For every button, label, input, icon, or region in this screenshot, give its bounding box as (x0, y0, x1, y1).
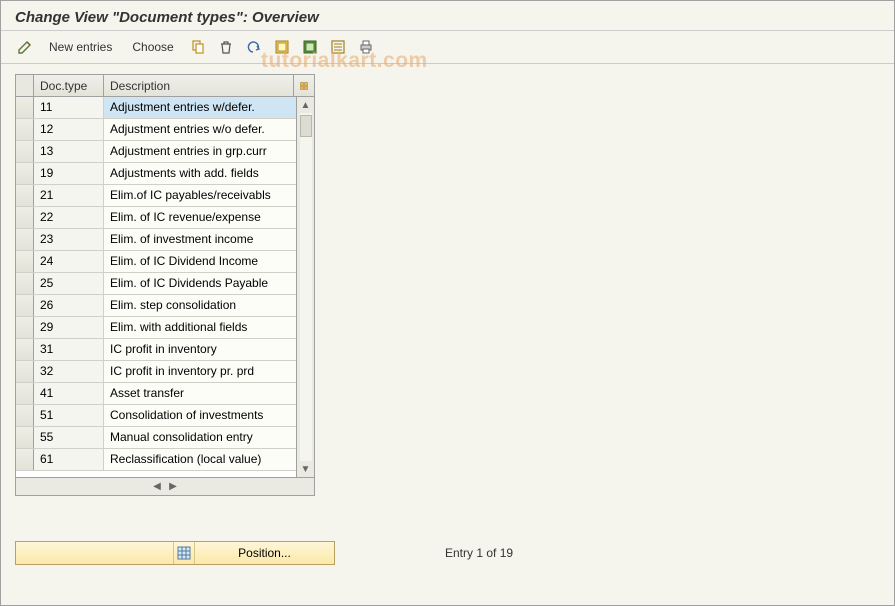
row-selector[interactable] (16, 361, 34, 382)
position-button[interactable]: Position... (194, 542, 334, 564)
select-all-icon[interactable] (272, 37, 292, 57)
row-selector[interactable] (16, 119, 34, 140)
doc-type-cell[interactable]: 19 (34, 163, 104, 184)
table-row[interactable]: 29Elim. with additional fields (16, 317, 296, 339)
copy-icon[interactable] (188, 37, 208, 57)
doc-type-cell[interactable]: 21 (34, 185, 104, 206)
description-cell[interactable]: Asset transfer (104, 383, 296, 404)
row-selector[interactable] (16, 449, 34, 470)
row-selector[interactable] (16, 427, 34, 448)
row-selector[interactable] (16, 295, 34, 316)
application-toolbar: New entries Choose (1, 31, 894, 64)
description-cell[interactable]: Elim.of IC payables/receivabls (104, 185, 296, 206)
table-row[interactable]: 19Adjustments with add. fields (16, 163, 296, 185)
row-selector[interactable] (16, 141, 34, 162)
undo-icon[interactable] (244, 37, 264, 57)
doc-type-cell[interactable]: 55 (34, 427, 104, 448)
table-row[interactable]: 61Reclassification (local value) (16, 449, 296, 471)
description-cell[interactable]: Elim. of IC Dividends Payable (104, 273, 296, 294)
select-block-icon[interactable] (300, 37, 320, 57)
table-row[interactable]: 55Manual consolidation entry (16, 427, 296, 449)
table-row[interactable]: 26Elim. step consolidation (16, 295, 296, 317)
row-selector[interactable] (16, 317, 34, 338)
horizontal-scrollbar[interactable]: ◀ ▶ (16, 477, 314, 495)
table-row[interactable]: 41Asset transfer (16, 383, 296, 405)
doc-type-cell[interactable]: 23 (34, 229, 104, 250)
row-selector[interactable] (16, 207, 34, 228)
footer-blank-cell (16, 542, 174, 564)
table-row[interactable]: 31IC profit in inventory (16, 339, 296, 361)
description-cell[interactable]: Adjustment entries w/o defer. (104, 119, 296, 140)
choose-button[interactable]: Choose (126, 38, 179, 56)
footer-bar: Position... Entry 1 of 19 (15, 541, 513, 565)
description-cell[interactable]: Elim. of investment income (104, 229, 296, 250)
table-row[interactable]: 23Elim. of investment income (16, 229, 296, 251)
description-cell[interactable]: Elim. of IC revenue/expense (104, 207, 296, 228)
table-row[interactable]: 22Elim. of IC revenue/expense (16, 207, 296, 229)
description-cell[interactable]: Adjustment entries w/defer. (104, 97, 296, 118)
table-row[interactable]: 32IC profit in inventory pr. prd (16, 361, 296, 383)
deselect-all-icon[interactable] (328, 37, 348, 57)
scroll-down-icon[interactable]: ▼ (300, 463, 312, 475)
doc-type-header[interactable]: Doc.type (34, 75, 104, 96)
doc-type-cell[interactable]: 22 (34, 207, 104, 228)
description-cell[interactable]: Elim. of IC Dividend Income (104, 251, 296, 272)
doc-type-cell[interactable]: 61 (34, 449, 104, 470)
doc-type-cell[interactable]: 26 (34, 295, 104, 316)
row-selector[interactable] (16, 185, 34, 206)
doc-type-cell[interactable]: 41 (34, 383, 104, 404)
description-cell[interactable]: Elim. step consolidation (104, 295, 296, 316)
description-header[interactable]: Description (104, 75, 294, 96)
table-row[interactable]: 21Elim.of IC payables/receivabls (16, 185, 296, 207)
table-row[interactable]: 11Adjustment entries w/defer. (16, 97, 296, 119)
row-selector[interactable] (16, 251, 34, 272)
document-types-table: Doc.type Description 11Adjustment entrie… (15, 74, 315, 496)
scroll-right-icon[interactable]: ▶ (167, 481, 179, 493)
doc-type-cell[interactable]: 29 (34, 317, 104, 338)
description-cell[interactable]: Manual consolidation entry (104, 427, 296, 448)
table-row[interactable]: 51Consolidation of investments (16, 405, 296, 427)
table-row[interactable]: 12Adjustment entries w/o defer. (16, 119, 296, 141)
page-title: Change View "Document types": Overview (1, 1, 894, 31)
delete-icon[interactable] (216, 37, 236, 57)
doc-type-cell[interactable]: 13 (34, 141, 104, 162)
description-cell[interactable]: Elim. with additional fields (104, 317, 296, 338)
description-cell[interactable]: Adjustments with add. fields (104, 163, 296, 184)
vertical-scrollbar[interactable]: ▲ ▼ (296, 97, 314, 477)
doc-type-cell[interactable]: 11 (34, 97, 104, 118)
description-cell[interactable]: IC profit in inventory pr. prd (104, 361, 296, 382)
row-selector[interactable] (16, 383, 34, 404)
row-selector[interactable] (16, 405, 34, 426)
position-grid-icon[interactable] (174, 542, 194, 564)
row-selector[interactable] (16, 273, 34, 294)
row-selector[interactable] (16, 229, 34, 250)
table-configure-icon[interactable] (294, 75, 314, 96)
doc-type-cell[interactable]: 24 (34, 251, 104, 272)
scroll-up-icon[interactable]: ▲ (300, 99, 312, 111)
doc-type-cell[interactable]: 12 (34, 119, 104, 140)
table-header-row: Doc.type Description (16, 75, 314, 97)
table-row[interactable]: 25Elim. of IC Dividends Payable (16, 273, 296, 295)
description-cell[interactable]: Reclassification (local value) (104, 449, 296, 470)
row-selector-header[interactable] (16, 75, 34, 96)
table-row[interactable]: 24Elim. of IC Dividend Income (16, 251, 296, 273)
row-selector[interactable] (16, 163, 34, 184)
new-entries-button[interactable]: New entries (43, 38, 118, 56)
entry-count-text: Entry 1 of 19 (445, 546, 513, 560)
print-icon[interactable] (356, 37, 376, 57)
doc-type-cell[interactable]: 31 (34, 339, 104, 360)
description-cell[interactable]: Adjustment entries in grp.curr (104, 141, 296, 162)
description-cell[interactable]: IC profit in inventory (104, 339, 296, 360)
doc-type-cell[interactable]: 25 (34, 273, 104, 294)
position-label: Position... (238, 546, 291, 560)
row-selector[interactable] (16, 97, 34, 118)
row-selector[interactable] (16, 339, 34, 360)
description-cell[interactable]: Consolidation of investments (104, 405, 296, 426)
pencil-icon[interactable] (15, 37, 35, 57)
scroll-left-icon[interactable]: ◀ (151, 481, 163, 493)
table-row[interactable]: 13Adjustment entries in grp.curr (16, 141, 296, 163)
doc-type-cell[interactable]: 51 (34, 405, 104, 426)
doc-type-cell[interactable]: 32 (34, 361, 104, 382)
